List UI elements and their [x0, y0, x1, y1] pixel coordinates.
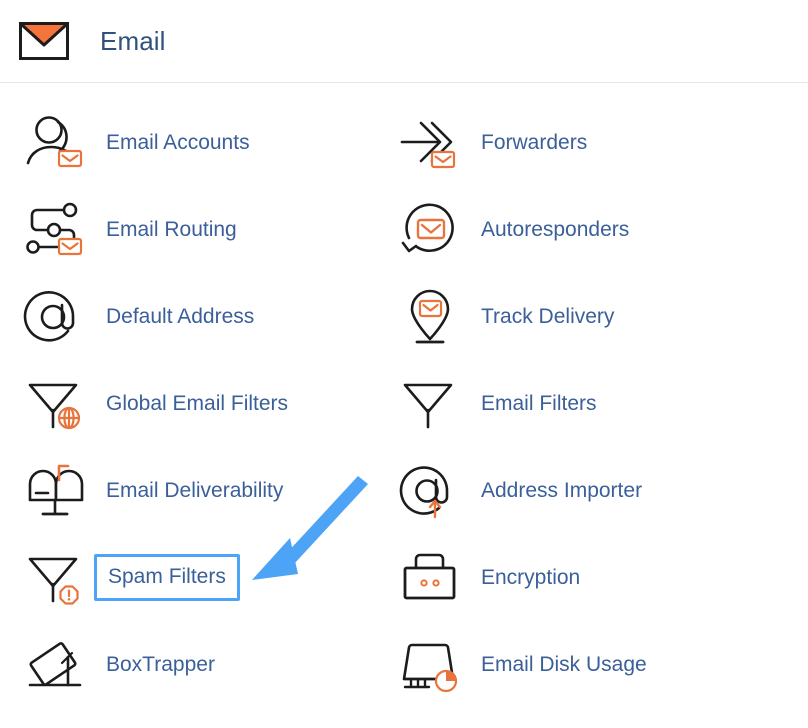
feature-label: Email Filters: [481, 392, 597, 415]
feature-label: Address Importer: [481, 479, 643, 502]
feature-label: Track Delivery: [481, 305, 615, 328]
page-title: Email: [100, 25, 166, 56]
grid-row: BoxTrapper Email Disk Usage: [0, 621, 808, 708]
feature-label: Spam Filters: [94, 554, 240, 601]
map-pin-envelope-icon: [393, 280, 467, 354]
feature-boxtrapper[interactable]: BoxTrapper: [0, 621, 375, 708]
feature-email-accounts[interactable]: Email Accounts: [0, 99, 375, 186]
feature-label: Email Accounts: [106, 131, 250, 154]
disk-pie-icon: [393, 628, 467, 702]
feature-address-importer[interactable]: Address Importer: [375, 447, 750, 534]
page-header: Email: [0, 0, 808, 83]
feature-default-address[interactable]: Default Address: [0, 273, 375, 360]
feature-email-disk-usage[interactable]: Email Disk Usage: [375, 621, 750, 708]
grid-row: Default Address Track Delivery: [0, 273, 808, 360]
routing-nodes-envelope-icon: [18, 193, 92, 267]
feature-spam-filters[interactable]: Spam Filters: [0, 534, 375, 621]
feature-encryption[interactable]: Encryption: [375, 534, 750, 621]
funnel-alert-icon: [18, 541, 92, 615]
grid-row: Spam Filters Encryption: [0, 534, 808, 621]
arrow-forward-envelope-icon: [393, 106, 467, 180]
envelope-icon: [18, 15, 70, 67]
feature-label: Autoresponders: [481, 218, 630, 241]
feature-global-email-filters[interactable]: Global Email Filters: [0, 360, 375, 447]
feature-label: Encryption: [481, 566, 581, 589]
feature-label: Email Disk Usage: [481, 653, 647, 676]
feature-label: Email Deliverability: [106, 479, 284, 502]
box-trap-icon: [18, 628, 92, 702]
grid-row: Global Email Filters Email Filters: [0, 360, 808, 447]
user-with-envelope-icon: [18, 106, 92, 180]
feature-label: Forwarders: [481, 131, 588, 154]
feature-track-delivery[interactable]: Track Delivery: [375, 273, 750, 360]
feature-email-filters[interactable]: Email Filters: [375, 360, 750, 447]
feature-email-routing[interactable]: Email Routing: [0, 186, 375, 273]
funnel-globe-icon: [18, 367, 92, 441]
grid-row: Email Routing Autoresponders: [0, 186, 808, 273]
feature-forwarders[interactable]: Forwarders: [375, 99, 750, 186]
at-sign-upload-icon: [393, 454, 467, 528]
circular-arrow-envelope-icon: [393, 193, 467, 267]
feature-grid: Email Accounts Forwarders Email Routing …: [0, 83, 808, 708]
grid-row: Email Deliverability Address Importer: [0, 447, 808, 534]
at-sign-circle-icon: [18, 280, 92, 354]
feature-label: Email Routing: [106, 218, 237, 241]
feature-label: Global Email Filters: [106, 392, 289, 415]
funnel-icon: [393, 367, 467, 441]
feature-label: Default Address: [106, 305, 255, 328]
feature-label: BoxTrapper: [106, 653, 215, 676]
feature-email-deliverability[interactable]: Email Deliverability: [0, 447, 375, 534]
padlock-icon: [393, 541, 467, 615]
feature-autoresponders[interactable]: Autoresponders: [375, 186, 750, 273]
grid-row: Email Accounts Forwarders: [0, 99, 808, 186]
mailbox-flag-icon: [18, 454, 92, 528]
